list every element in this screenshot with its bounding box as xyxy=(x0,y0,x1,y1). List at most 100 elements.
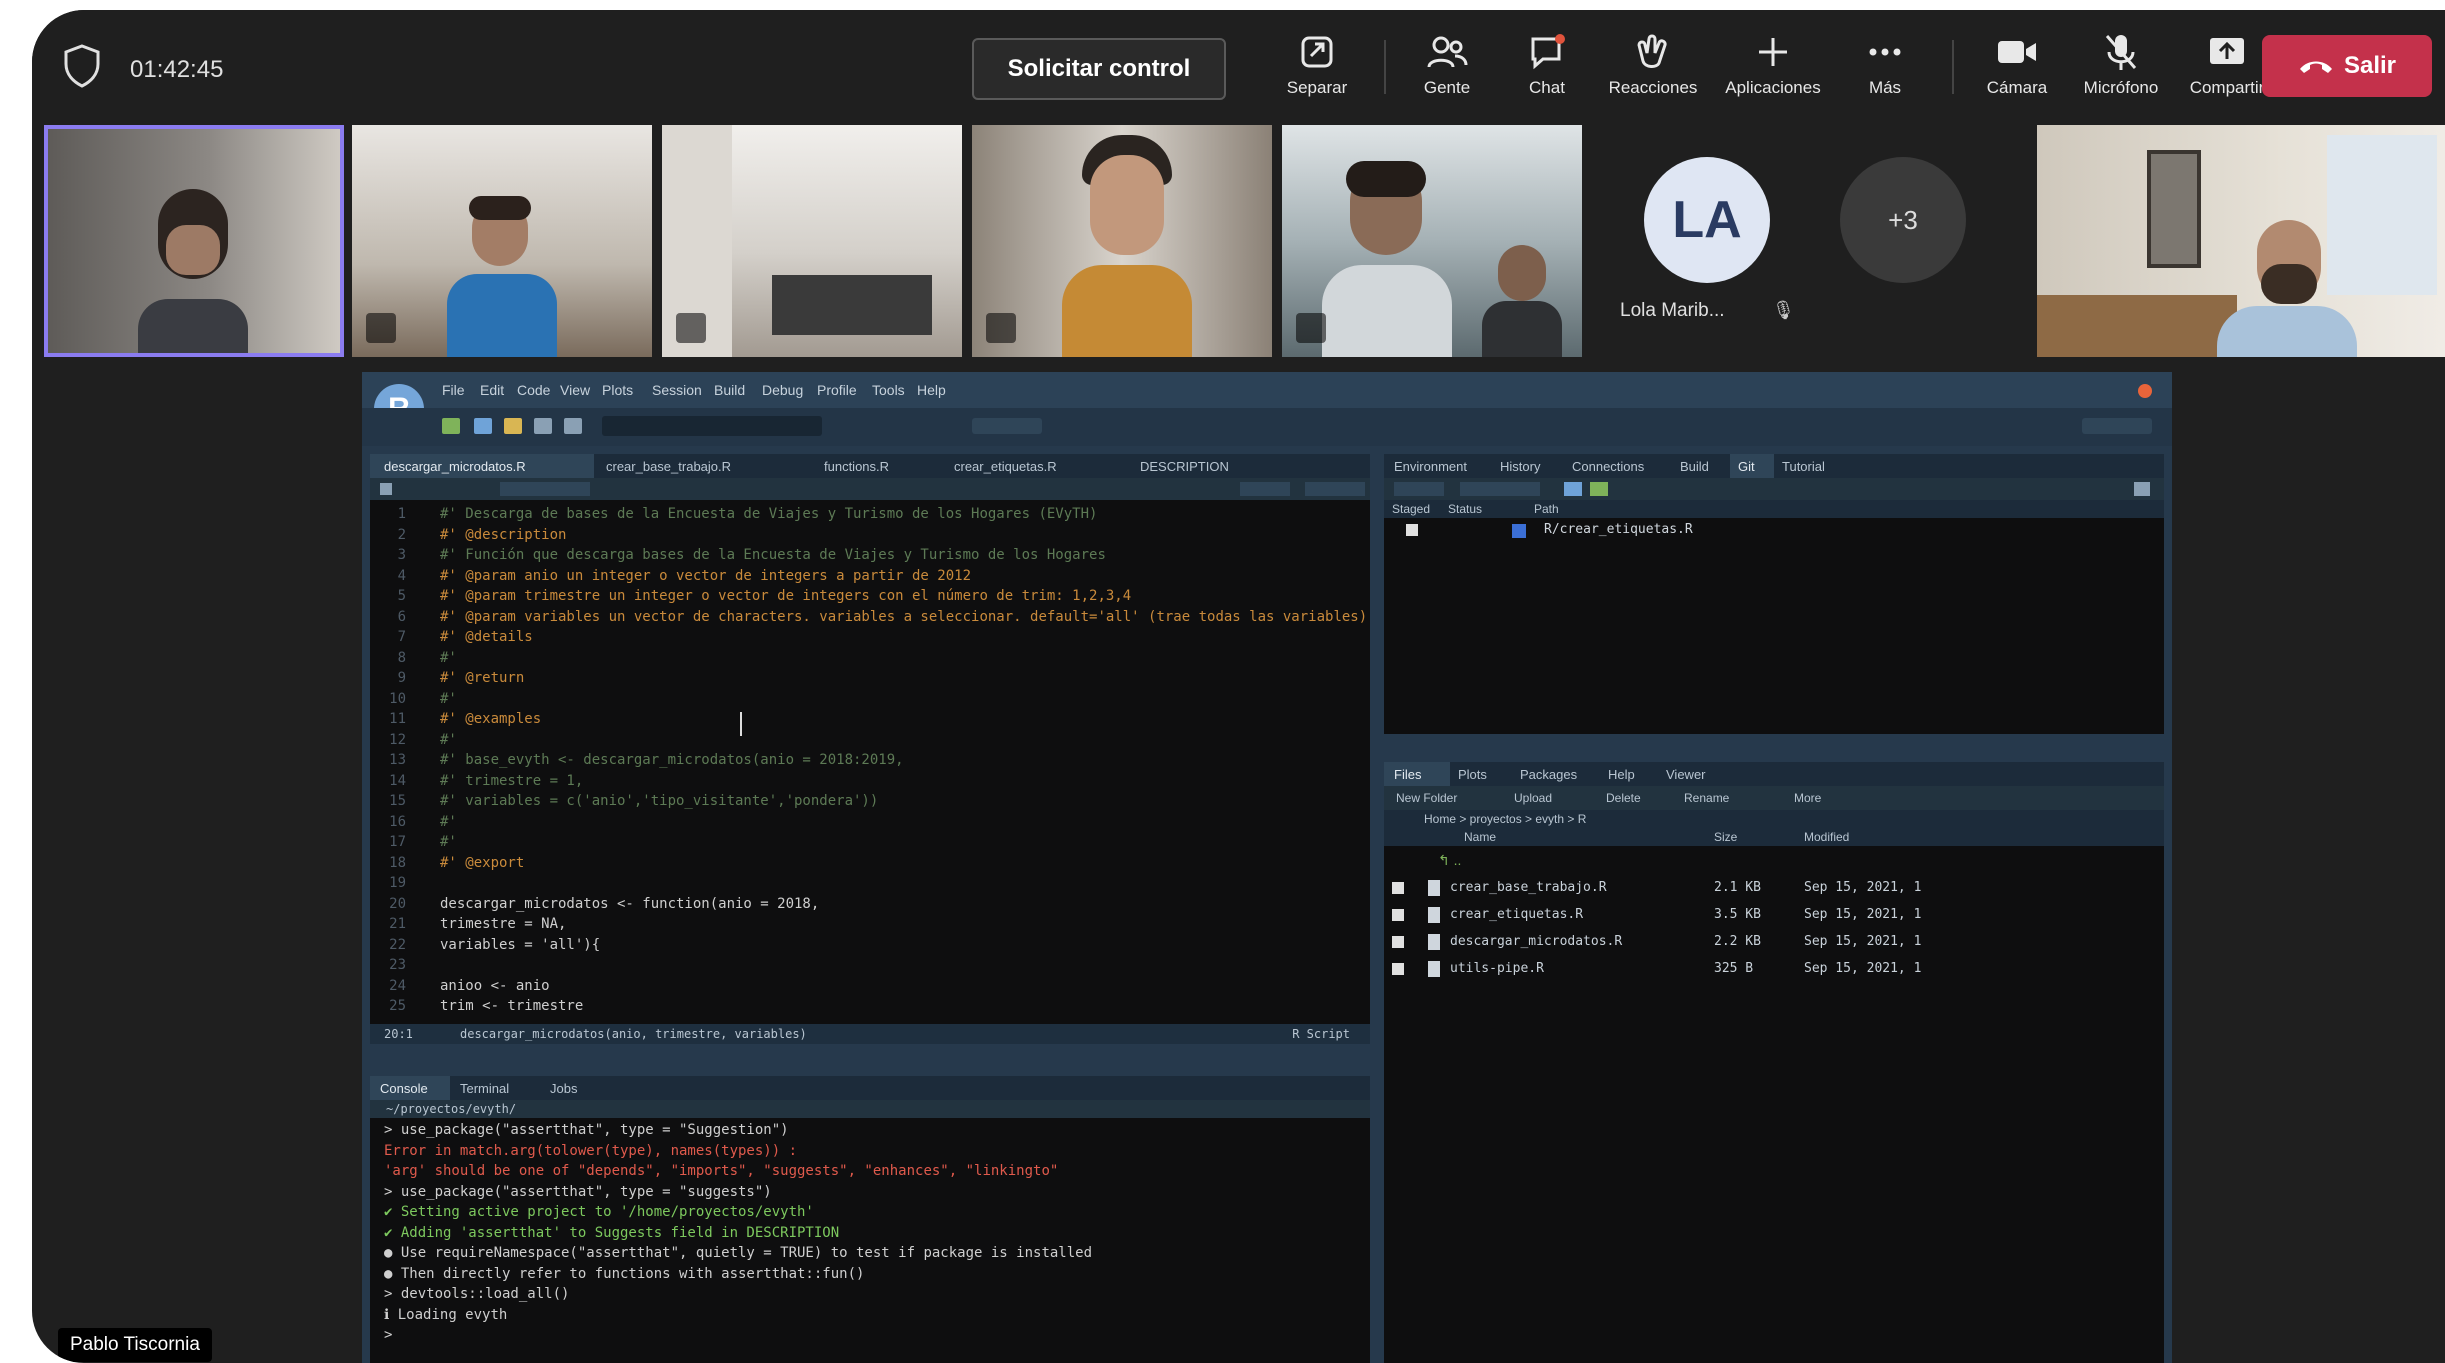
new-folder-button[interactable]: New Folder xyxy=(1396,791,1457,805)
file-checkbox[interactable] xyxy=(1392,882,1404,894)
code-editor[interactable]: 1 #' Descarga de bases de la Encuesta de … xyxy=(370,500,1370,1024)
console-tab[interactable]: Console xyxy=(370,1076,450,1100)
menu-help[interactable]: Help xyxy=(917,382,946,398)
env-tab[interactable]: Connections xyxy=(1564,454,1672,478)
files-path[interactable]: Home > proyectos > evyth > R xyxy=(1424,812,1586,826)
git-header-staged[interactable]: Staged xyxy=(1392,502,1430,516)
env-tab[interactable]: Git xyxy=(1730,454,1774,478)
menu-tools[interactable]: Tools xyxy=(872,382,905,398)
project-dropdown[interactable] xyxy=(2082,418,2152,434)
more-button[interactable]: More xyxy=(1794,791,1821,805)
env-tab[interactable]: Build xyxy=(1672,454,1732,478)
file-row[interactable]: crear_base_trabajo.R 2.1 KB Sep 15, 2021, … xyxy=(1384,878,2164,900)
file-name[interactable]: utils-pipe.R xyxy=(1450,961,1544,976)
parent-folder-icon[interactable]: ↰ .. xyxy=(1438,852,1461,869)
menu-profile[interactable]: Profile xyxy=(817,382,857,398)
menu-edit[interactable]: Edit xyxy=(480,382,504,398)
editor-tab[interactable]: functions.R xyxy=(810,454,944,478)
file-name[interactable]: crear_base_trabajo.R xyxy=(1450,880,1607,895)
files-header-name[interactable]: Name xyxy=(1464,830,1496,844)
chat-button[interactable]: Chat xyxy=(1492,30,1602,110)
file-checkbox[interactable] xyxy=(1392,963,1404,975)
camera-button[interactable]: Cámara xyxy=(1962,30,2072,110)
delete-button[interactable]: Delete xyxy=(1606,791,1641,805)
microphone-button[interactable]: Micrófono xyxy=(2066,30,2176,110)
file-checkbox[interactable] xyxy=(1392,909,1404,921)
console-tab[interactable]: Jobs xyxy=(540,1076,610,1100)
files-header-size[interactable]: Size xyxy=(1714,830,1737,844)
menu-plots[interactable]: Plots xyxy=(602,382,633,398)
git-file-path[interactable]: R/crear_etiquetas.R xyxy=(1544,522,1693,537)
menu-session[interactable]: Session xyxy=(652,382,702,398)
files-tab[interactable]: Viewer xyxy=(1658,762,1732,786)
env-tab[interactable]: Environment xyxy=(1384,454,1494,478)
video-tile-6[interactable] xyxy=(2037,125,2445,357)
editor-tab[interactable]: crear_base_trabajo.R xyxy=(592,454,806,478)
files-tab[interactable]: Packages xyxy=(1512,762,1604,786)
upload-button[interactable]: Upload xyxy=(1514,791,1552,805)
console[interactable]: > use_package("assertthat", type = "Sugg… xyxy=(370,1118,1370,1363)
push-icon[interactable] xyxy=(1590,482,1608,496)
env-tab[interactable]: History xyxy=(1492,454,1566,478)
separate-button[interactable]: Separar xyxy=(1262,30,1372,110)
save-all-icon[interactable] xyxy=(564,418,582,434)
participant-avatar[interactable]: LA xyxy=(1644,157,1770,283)
go-to-file-input[interactable] xyxy=(602,416,822,436)
people-button[interactable]: Gente xyxy=(1392,30,1502,110)
commit-button[interactable] xyxy=(1460,482,1540,496)
refresh-icon[interactable] xyxy=(2134,482,2150,496)
git-header-path[interactable]: Path xyxy=(1534,502,1559,516)
source-on-save-checkbox[interactable] xyxy=(500,482,590,496)
source-button[interactable] xyxy=(1305,482,1365,496)
back-icon[interactable] xyxy=(380,483,392,495)
reactions-button[interactable]: Reacciones xyxy=(1598,30,1708,110)
git-pane: Staged Status Path R/crear_etiquetas.R xyxy=(1384,500,2164,734)
save-icon[interactable] xyxy=(534,418,552,434)
file-modified: Sep 15, 2021, 1 xyxy=(1804,907,1922,922)
file-row[interactable]: utils-pipe.R 325 B Sep 15, 2021, 1 xyxy=(1384,959,2164,981)
files-tab[interactable]: Files xyxy=(1384,762,1450,786)
menu-build[interactable]: Build xyxy=(714,382,745,398)
diff-button[interactable] xyxy=(1394,482,1444,496)
editor-tab[interactable]: DESCRIPTION xyxy=(1126,454,1280,478)
request-control-button[interactable]: Solicitar control xyxy=(972,38,1226,100)
file-name[interactable]: crear_etiquetas.R xyxy=(1450,907,1583,922)
run-button[interactable] xyxy=(1240,482,1290,496)
menu-debug[interactable]: Debug xyxy=(762,382,803,398)
video-tile-2[interactable] xyxy=(352,125,652,357)
video-tile-4[interactable] xyxy=(972,125,1272,357)
pull-icon[interactable] xyxy=(1564,482,1582,496)
function-navigator[interactable]: descargar_microdatos(anio, trimestre, va… xyxy=(460,1027,807,1041)
file-checkbox[interactable] xyxy=(1392,936,1404,948)
files-tab[interactable]: Help xyxy=(1600,762,1658,786)
video-tile-1[interactable] xyxy=(44,125,344,357)
rename-button[interactable]: Rename xyxy=(1684,791,1729,805)
menu-view[interactable]: View xyxy=(560,382,590,398)
console-tab[interactable]: Terminal xyxy=(450,1076,540,1100)
menu-code[interactable]: Code xyxy=(517,382,550,398)
git-header-status[interactable]: Status xyxy=(1448,502,1482,516)
overflow-participants-button[interactable]: +3 xyxy=(1840,157,1966,283)
file-name[interactable]: descargar_microdatos.R xyxy=(1450,934,1622,949)
editor-tab[interactable]: crear_etiquetas.R xyxy=(940,454,1124,478)
open-file-icon[interactable] xyxy=(504,418,522,434)
video-tile-5[interactable] xyxy=(1282,125,1582,357)
file-row[interactable]: crear_etiquetas.R 3.5 KB Sep 15, 2021, 1 xyxy=(1384,905,2164,927)
more-button[interactable]: Más xyxy=(1830,30,1940,110)
menu-file[interactable]: File xyxy=(442,382,465,398)
close-icon[interactable] xyxy=(2138,384,2152,398)
open-project-icon[interactable] xyxy=(474,418,492,434)
addins-dropdown[interactable] xyxy=(972,418,1042,434)
video-tile-3[interactable] xyxy=(662,125,962,357)
new-file-icon[interactable] xyxy=(442,418,460,434)
staged-checkbox[interactable] xyxy=(1406,524,1418,536)
files-tab[interactable]: Plots xyxy=(1450,762,1514,786)
apps-button[interactable]: Aplicaciones xyxy=(1718,30,1828,110)
file-row[interactable]: descargar_microdatos.R 2.2 KB Sep 15, 2021… xyxy=(1384,932,2164,954)
env-tab[interactable]: Tutorial xyxy=(1774,454,1862,478)
editor-tab[interactable]: descargar_microdatos.R xyxy=(370,454,594,478)
shield-icon[interactable] xyxy=(62,44,102,88)
file-type[interactable]: R Script xyxy=(1292,1027,1350,1041)
files-header-modified[interactable]: Modified xyxy=(1804,830,1849,844)
leave-button[interactable]: Salir xyxy=(2262,35,2432,97)
